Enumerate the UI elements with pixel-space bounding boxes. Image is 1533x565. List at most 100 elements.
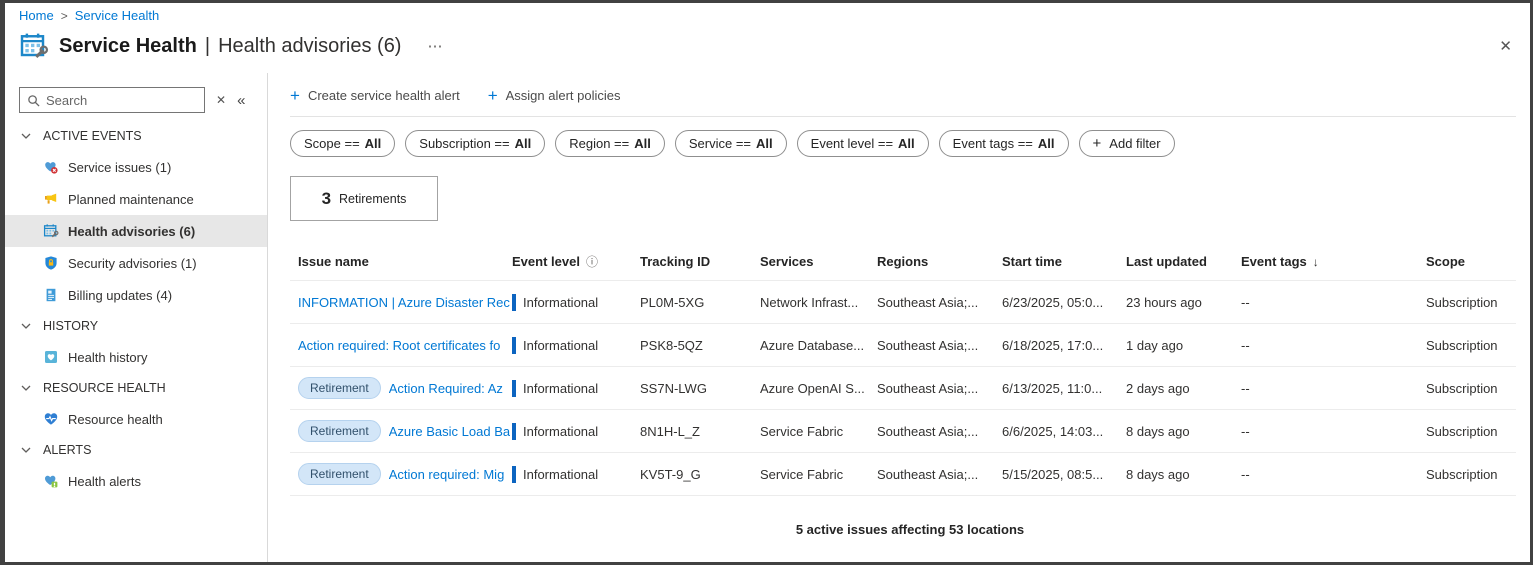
retirements-count: 3 bbox=[322, 189, 331, 209]
regions: Southeast Asia;... bbox=[877, 381, 1002, 396]
issue-link[interactable]: Action required: Root certificates fo bbox=[298, 338, 500, 353]
filter-value: All bbox=[1038, 136, 1055, 151]
column-last-updated[interactable]: Last updated bbox=[1126, 254, 1241, 269]
informational-bar-icon bbox=[512, 294, 516, 311]
column-scope[interactable]: Scope bbox=[1426, 254, 1516, 269]
issue-link[interactable]: Azure Basic Load Ba bbox=[389, 424, 510, 439]
filter-pill-scope[interactable]: Scope ==All bbox=[290, 130, 395, 157]
column-start-time[interactable]: Start time bbox=[1002, 254, 1126, 269]
section-history[interactable]: HISTORY bbox=[5, 311, 267, 341]
section-active-events[interactable]: ACTIVE EVENTS bbox=[5, 121, 267, 151]
sidebar-item-label: Health alerts bbox=[68, 474, 141, 489]
column-event-tags[interactable]: Event tags ↓ bbox=[1241, 254, 1426, 269]
info-icon[interactable]: ⓘ bbox=[586, 253, 598, 270]
filter-pill-region[interactable]: Region ==All bbox=[555, 130, 665, 157]
filter-pill-event-level[interactable]: Event level ==All bbox=[797, 130, 929, 157]
sidebar-item-security-advisories[interactable]: Security advisories (1) bbox=[5, 247, 267, 279]
assign-alert-policies-button[interactable]: + Assign alert policies bbox=[488, 87, 621, 104]
last-updated: 1 day ago bbox=[1126, 338, 1241, 353]
plus-icon: + bbox=[290, 87, 300, 104]
retirement-badge[interactable]: Retirement bbox=[298, 463, 381, 485]
retirements-label: Retirements bbox=[339, 192, 406, 206]
retirement-badge[interactable]: Retirement bbox=[298, 377, 381, 399]
column-event-level[interactable]: Event level ⓘ bbox=[512, 253, 640, 270]
breadcrumb-home-link[interactable]: Home bbox=[19, 8, 54, 23]
search-box[interactable] bbox=[19, 87, 205, 113]
sidebar-item-label: Service issues (1) bbox=[68, 160, 171, 175]
column-regions[interactable]: Regions bbox=[877, 254, 1002, 269]
filter-label: Subscription == bbox=[419, 136, 509, 151]
filter-pill-event-tags[interactable]: Event tags ==All bbox=[939, 130, 1069, 157]
event-tags: -- bbox=[1241, 338, 1426, 353]
service-health-window: Home > Service Health Service Health | H… bbox=[0, 0, 1533, 565]
sidebar-item-billing-updates[interactable]: Billing updates (4) bbox=[5, 279, 267, 311]
add-filter-button[interactable]: + Add filter bbox=[1079, 130, 1175, 157]
start-time: 5/15/2025, 08:5... bbox=[1002, 467, 1126, 482]
add-filter-label: Add filter bbox=[1109, 136, 1160, 151]
page-subtitle: Health advisories (6) bbox=[218, 35, 401, 58]
breadcrumb-service-health-link[interactable]: Service Health bbox=[75, 8, 160, 23]
services: Service Fabric bbox=[760, 424, 877, 439]
retirement-badge[interactable]: Retirement bbox=[298, 420, 381, 442]
last-updated: 8 days ago bbox=[1126, 424, 1241, 439]
sidebar-item-label: Security advisories (1) bbox=[68, 256, 197, 271]
sidebar-item-service-issues[interactable]: Service issues (1) bbox=[5, 151, 267, 183]
breadcrumb-separator-icon: > bbox=[61, 9, 68, 23]
section-resource-health[interactable]: RESOURCE HEALTH bbox=[5, 373, 267, 403]
last-updated: 8 days ago bbox=[1126, 467, 1241, 482]
tracking-id: PL0M-5XG bbox=[640, 295, 760, 310]
sidebar-collapse-icon[interactable]: « bbox=[237, 92, 245, 109]
command-bar: + Create service health alert + Assign a… bbox=[290, 73, 1516, 117]
resource-health-icon bbox=[43, 411, 59, 427]
active-issues-summary: 5 active issues affecting 53 locations bbox=[290, 496, 1530, 537]
services: Azure Database... bbox=[760, 338, 877, 353]
column-services[interactable]: Services bbox=[760, 254, 877, 269]
chevron-down-icon bbox=[20, 320, 32, 332]
filter-label: Region == bbox=[569, 136, 629, 151]
sidebar-item-health-history[interactable]: Health history bbox=[5, 341, 267, 373]
retirements-summary-card[interactable]: 3 Retirements bbox=[290, 176, 438, 221]
start-time: 6/13/2025, 11:0... bbox=[1002, 381, 1126, 396]
event-tags: -- bbox=[1241, 381, 1426, 396]
plus-icon: + bbox=[488, 87, 498, 104]
column-tracking-id[interactable]: Tracking ID bbox=[640, 254, 760, 269]
create-service-health-alert-button[interactable]: + Create service health alert bbox=[290, 87, 460, 104]
search-input[interactable] bbox=[46, 93, 197, 108]
plus-icon: + bbox=[1093, 135, 1102, 152]
title-divider: | bbox=[205, 35, 210, 58]
close-icon[interactable]: ✕ bbox=[1499, 37, 1512, 55]
sidebar-item-health-alerts[interactable]: Health alerts bbox=[5, 465, 267, 497]
column-issue-name[interactable]: Issue name bbox=[290, 254, 512, 269]
issue-link[interactable]: Action required: Mig bbox=[389, 467, 505, 482]
chevron-down-icon bbox=[20, 130, 32, 142]
section-label: RESOURCE HEALTH bbox=[43, 381, 166, 395]
sidebar-item-health-advisories[interactable]: Health advisories (6) bbox=[5, 215, 267, 247]
search-clear-icon[interactable]: ✕ bbox=[216, 93, 226, 107]
filter-label: Scope == bbox=[304, 136, 360, 151]
table-row: Retirement Action required: Mig Informat… bbox=[290, 453, 1516, 496]
tracking-id: SS7N-LWG bbox=[640, 381, 760, 396]
sidebar-item-label: Health advisories (6) bbox=[68, 224, 195, 239]
sidebar-item-resource-health[interactable]: Resource health bbox=[5, 403, 267, 435]
section-label: ACTIVE EVENTS bbox=[43, 129, 142, 143]
scope: Subscription bbox=[1426, 381, 1516, 396]
services: Network Infrast... bbox=[760, 295, 877, 310]
filter-value: All bbox=[756, 136, 773, 151]
breadcrumb: Home > Service Health bbox=[5, 3, 1530, 23]
issue-link[interactable]: INFORMATION | Azure Disaster Rec bbox=[298, 295, 510, 310]
section-label: ALERTS bbox=[43, 443, 91, 457]
section-alerts[interactable]: ALERTS bbox=[5, 435, 267, 465]
filter-pill-subscription[interactable]: Subscription ==All bbox=[405, 130, 545, 157]
filter-label: Service == bbox=[689, 136, 751, 151]
sidebar: ✕ « ACTIVE EVENTS Service issues (1) bbox=[5, 73, 268, 562]
event-level: Informational bbox=[523, 295, 598, 310]
sidebar-item-planned-maintenance[interactable]: Planned maintenance bbox=[5, 183, 267, 215]
informational-bar-icon bbox=[512, 380, 516, 397]
sidebar-item-label: Planned maintenance bbox=[68, 192, 194, 207]
search-icon bbox=[27, 94, 40, 107]
last-updated: 23 hours ago bbox=[1126, 295, 1241, 310]
filter-pill-service[interactable]: Service == All bbox=[675, 130, 787, 157]
more-options-icon[interactable]: ⋯ bbox=[427, 37, 443, 55]
issue-link[interactable]: Action Required: Az bbox=[389, 381, 503, 396]
command-label: Create service health alert bbox=[308, 88, 460, 103]
